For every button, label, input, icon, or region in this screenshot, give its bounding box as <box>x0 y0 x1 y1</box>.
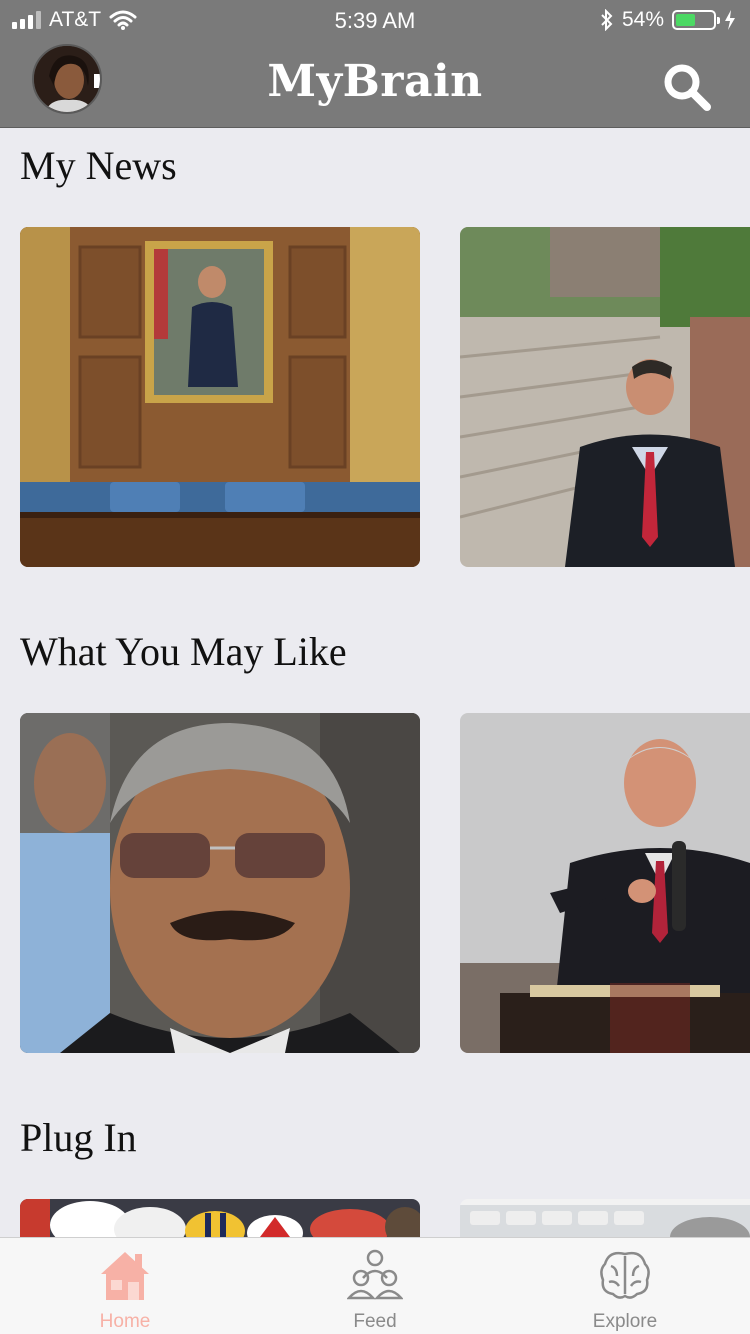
tab-home-label: Home <box>99 1311 151 1332</box>
section-title-what-you-may-like: What You May Like <box>20 629 347 674</box>
news-image-campus-steps <box>460 227 750 567</box>
status-right: 54% <box>600 8 736 32</box>
recommended-image-speaker <box>460 713 750 1053</box>
news-image-hearing-room <box>20 227 420 567</box>
house-icon <box>101 1252 149 1300</box>
tab-feed-label: Feed <box>353 1311 397 1332</box>
news-card[interactable] <box>460 227 750 567</box>
app-title: MyBrain <box>267 56 483 107</box>
recommended-card[interactable] <box>460 713 750 1053</box>
nav-bar: MyBrain <box>0 40 750 128</box>
battery-percent: 54% <box>621 8 664 31</box>
section-title-my-news: My News <box>20 143 177 188</box>
tab-bar: Home Feed Explore <box>0 1237 750 1334</box>
recommended-card[interactable] <box>20 713 420 1053</box>
news-card[interactable] <box>20 227 420 567</box>
brain-icon <box>600 1251 650 1299</box>
plug-in-card[interactable] <box>20 1199 420 1237</box>
top-bar: AT&T 5:39 AM 54% MyBrain <box>0 0 750 128</box>
bluetooth-icon <box>601 9 613 31</box>
plug-in-card[interactable] <box>460 1199 750 1237</box>
charging-bolt-icon <box>725 10 735 30</box>
section-title-plug-in: Plug In <box>20 1115 137 1160</box>
tab-explore-label: Explore <box>592 1311 658 1332</box>
search-icon[interactable] <box>660 60 714 114</box>
tab-home[interactable]: Home <box>65 1248 185 1333</box>
tab-explore[interactable]: Explore <box>565 1248 685 1333</box>
plug-in-image-keyboard <box>460 1199 750 1237</box>
tab-feed[interactable]: Feed <box>315 1248 435 1333</box>
status-bar: AT&T 5:39 AM 54% <box>0 0 750 40</box>
battery-icon <box>672 10 720 30</box>
recommended-image-man-glasses <box>20 713 420 1053</box>
people-icon <box>346 1249 404 1300</box>
plug-in-image-football <box>20 1199 420 1237</box>
